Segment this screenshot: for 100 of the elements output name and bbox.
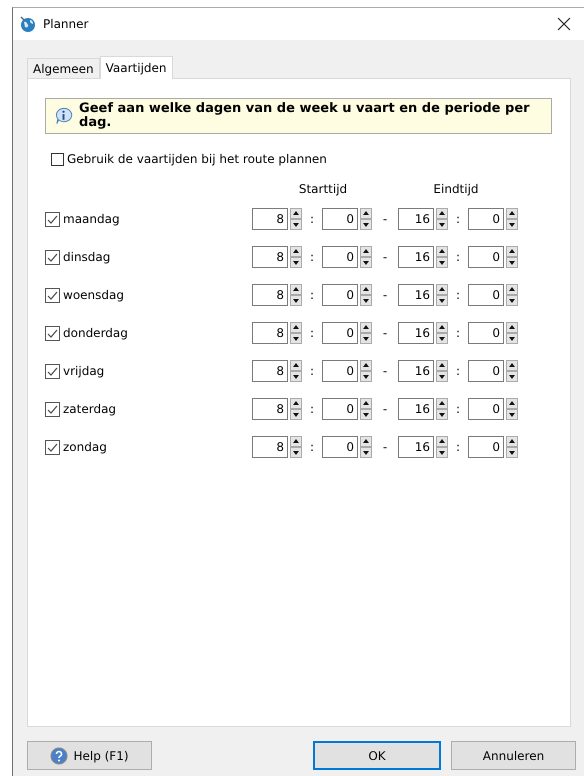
separator: : (454, 326, 462, 340)
hour-field[interactable]: 16 (398, 398, 434, 420)
spin-arrows-icon[interactable] (506, 246, 518, 268)
spin-arrows-icon[interactable] (360, 436, 372, 458)
separator: - (382, 250, 388, 264)
help-icon (50, 746, 68, 764)
spin-arrows-icon[interactable] (436, 284, 448, 306)
checkbox[interactable] (45, 250, 60, 264)
minute-field[interactable]: 0 (322, 360, 358, 382)
minute-field[interactable]: 0 (322, 208, 358, 230)
separator: : (308, 288, 316, 302)
spin-arrows-icon[interactable] (436, 436, 448, 458)
spin-arrows-icon[interactable] (290, 246, 302, 268)
spin-arrows-icon[interactable] (290, 398, 302, 420)
minute-field[interactable]: 0 (468, 398, 504, 420)
minute-field[interactable]: 0 (322, 322, 358, 344)
spin-arrows-icon[interactable] (290, 436, 302, 458)
spin-arrows-icon[interactable] (436, 360, 448, 382)
minute-field[interactable]: 0 (468, 208, 504, 230)
separator: - (382, 364, 388, 378)
hour-field[interactable]: 16 (398, 436, 434, 458)
hour-field[interactable]: 16 (398, 322, 434, 344)
hour-field[interactable]: 8 (252, 208, 288, 230)
help-button[interactable]: Help (F1) (27, 741, 152, 770)
hour-field[interactable]: 8 (252, 398, 288, 420)
separator: : (454, 440, 462, 454)
spin-arrows-icon[interactable] (506, 208, 518, 230)
cancel-button[interactable]: Annuleren (451, 741, 576, 770)
spin-arrows-icon[interactable] (360, 208, 372, 230)
checkbox[interactable] (51, 152, 64, 166)
tab[interactable]: Algemeen (27, 58, 100, 78)
separator: : (308, 326, 316, 340)
column-header: Starttijd (298, 182, 348, 198)
tab[interactable]: Vaartijden (100, 56, 173, 79)
spin-arrows-icon[interactable] (290, 284, 302, 306)
separator: : (308, 212, 316, 226)
separator: - (382, 212, 388, 226)
spin-arrows-icon[interactable] (360, 246, 372, 268)
info-text: Geef aan welke dagen van de week u vaart en de periode per dag. (79, 102, 531, 130)
day-label: zondag (63, 440, 107, 454)
day-label: maandag (63, 212, 120, 226)
separator: : (454, 250, 462, 264)
spin-arrows-icon[interactable] (436, 208, 448, 230)
ok-button[interactable]: OK (313, 741, 441, 770)
spin-arrows-icon[interactable] (506, 284, 518, 306)
separator: : (308, 402, 316, 416)
minute-field[interactable]: 0 (468, 246, 504, 268)
checkbox[interactable] (45, 364, 60, 378)
minute-field[interactable]: 0 (322, 284, 358, 306)
spin-arrows-icon[interactable] (360, 284, 372, 306)
hour-field[interactable]: 8 (252, 322, 288, 344)
separator: : (308, 364, 316, 378)
spin-arrows-icon[interactable] (506, 436, 518, 458)
checkbox-label: Gebruik de vaartijden bij het route plannen (67, 152, 327, 166)
separator: - (382, 440, 388, 454)
spin-arrows-icon[interactable] (290, 322, 302, 344)
minute-field[interactable]: 0 (322, 398, 358, 420)
separator: : (454, 402, 462, 416)
spin-arrows-icon[interactable] (436, 322, 448, 344)
separator: : (308, 250, 316, 264)
spin-arrows-icon[interactable] (506, 398, 518, 420)
hour-field[interactable]: 8 (252, 284, 288, 306)
minute-field[interactable]: 0 (468, 322, 504, 344)
separator: : (454, 288, 462, 302)
spin-arrows-icon[interactable] (436, 246, 448, 268)
globe-icon (19, 15, 37, 33)
checkbox[interactable] (45, 440, 60, 454)
spin-arrows-icon[interactable] (360, 398, 372, 420)
hour-field[interactable]: 16 (398, 208, 434, 230)
separator: - (382, 288, 388, 302)
checkbox[interactable] (45, 212, 60, 226)
window-title: Planner (43, 17, 90, 31)
minute-field[interactable]: 0 (322, 246, 358, 268)
column-header: Eindtijd (432, 182, 480, 198)
spin-arrows-icon[interactable] (290, 208, 302, 230)
hour-field[interactable]: 16 (398, 284, 434, 306)
spin-arrows-icon[interactable] (290, 360, 302, 382)
hour-field[interactable]: 8 (252, 246, 288, 268)
hour-field[interactable]: 16 (398, 246, 434, 268)
day-label: zaterdag (63, 402, 116, 416)
minute-field[interactable]: 0 (468, 360, 504, 382)
separator: : (308, 440, 316, 454)
checkbox[interactable] (45, 288, 60, 302)
minute-field[interactable]: 0 (468, 436, 504, 458)
minute-field[interactable]: 0 (468, 284, 504, 306)
spin-arrows-icon[interactable] (360, 360, 372, 382)
spin-arrows-icon[interactable] (360, 322, 372, 344)
day-label: dinsdag (63, 250, 110, 264)
hour-field[interactable]: 8 (252, 360, 288, 382)
spin-arrows-icon[interactable] (506, 360, 518, 382)
hour-field[interactable]: 8 (252, 436, 288, 458)
checkbox[interactable] (45, 402, 60, 416)
separator: : (454, 212, 462, 226)
hour-field[interactable]: 16 (398, 360, 434, 382)
close-icon[interactable] (557, 17, 571, 31)
spin-arrows-icon[interactable] (436, 398, 448, 420)
minute-field[interactable]: 0 (322, 436, 358, 458)
spin-arrows-icon[interactable] (506, 322, 518, 344)
checkbox[interactable] (45, 326, 60, 340)
day-label: donderdag (63, 326, 128, 340)
